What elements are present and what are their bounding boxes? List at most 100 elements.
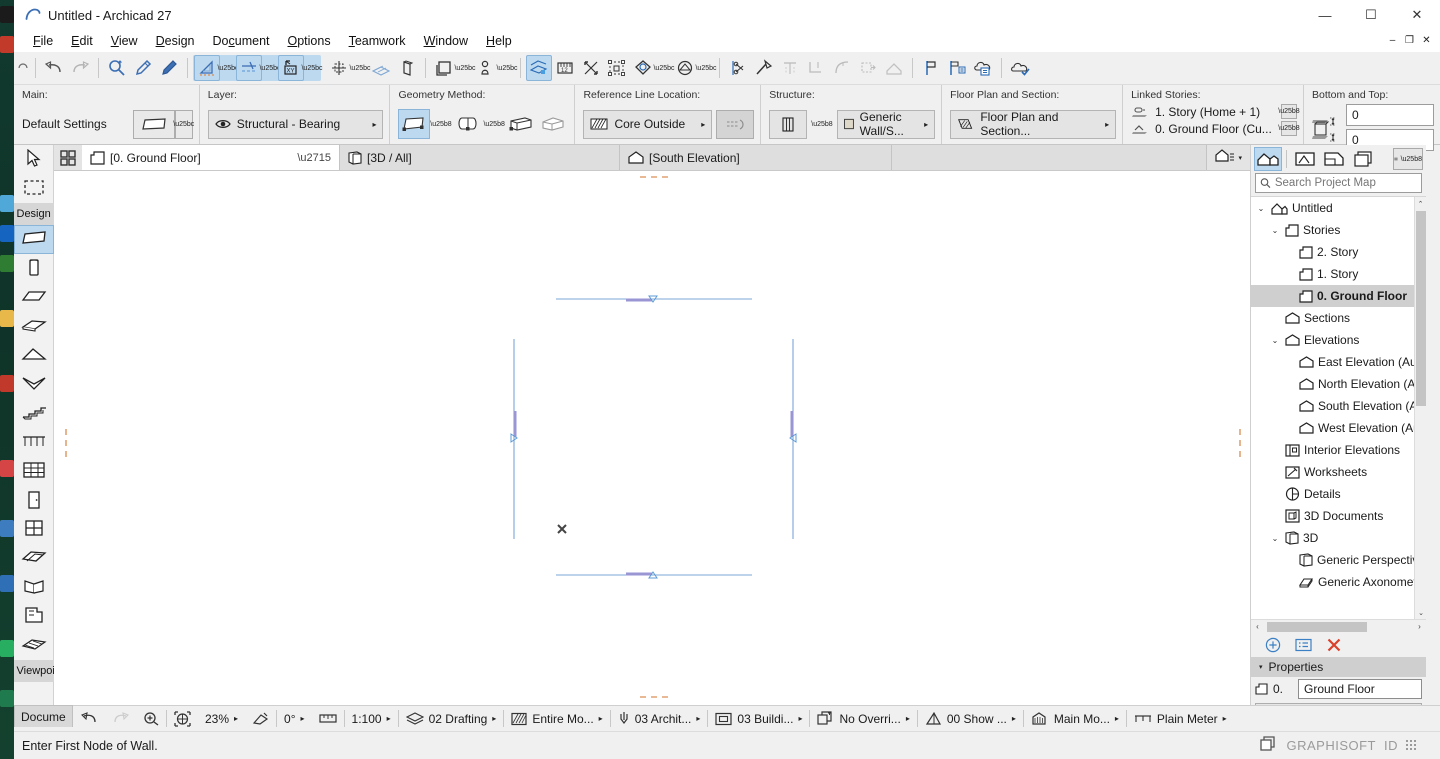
- properties-header[interactable]: ▾ Properties: [1251, 657, 1426, 677]
- orientation-button[interactable]: [245, 706, 276, 732]
- tree-scroll-up-button[interactable]: ⌃: [1415, 197, 1426, 210]
- cloud-check-button[interactable]: [1007, 55, 1033, 81]
- structure-selector-button[interactable]: Generic Wall/S... ▸: [837, 110, 935, 139]
- guide-dropdown-button[interactable]: \u25bc: [262, 55, 278, 81]
- wall-tool-dropdown-button[interactable]: \u25bc: [175, 110, 193, 139]
- tree-item-0-ground-floor[interactable]: 0. Ground Floor: [1251, 285, 1414, 307]
- tree-item-stories[interactable]: ⌄Stories: [1251, 219, 1414, 241]
- railing-tool[interactable]: [14, 428, 54, 457]
- model-view-options-caret-icon[interactable]: ▸: [798, 714, 802, 723]
- object-tool[interactable]: [14, 573, 54, 602]
- orientation-angle-caret-icon[interactable]: ▸: [301, 714, 305, 723]
- eyedropper-button[interactable]: [130, 55, 156, 81]
- person-scale-button[interactable]: [473, 55, 499, 81]
- top-offset-input[interactable]: 0: [1346, 104, 1434, 126]
- minimize-button[interactable]: —: [1302, 0, 1348, 30]
- menu-teamwork[interactable]: Teamwork: [340, 32, 415, 50]
- marquee-resize-button[interactable]: [578, 55, 604, 81]
- shell-tool[interactable]: [14, 370, 54, 399]
- tree-twisty-icon[interactable]: ⌄: [1255, 204, 1267, 213]
- resize-grip-icon[interactable]: [1406, 740, 1416, 750]
- mdi-minimize-button[interactable]: –: [1385, 33, 1400, 48]
- tool-group-header-design[interactable]: Design: [14, 203, 54, 225]
- tree-item-south-elevation-au[interactable]: South Elevation (Au: [1251, 395, 1414, 417]
- menu-window[interactable]: Window: [415, 32, 477, 50]
- tab-ground-floor-close-icon[interactable]: \u2715: [297, 152, 331, 164]
- circle-dropdown-button[interactable]: \u25bc: [698, 55, 714, 81]
- pen-set-caret-icon[interactable]: ▸: [696, 714, 700, 723]
- search-project-map-field[interactable]: [1255, 173, 1422, 193]
- door-tool[interactable]: [14, 486, 54, 515]
- menu-document[interactable]: Document: [204, 32, 279, 50]
- cloud-list-button[interactable]: [970, 55, 996, 81]
- menu-options[interactable]: Options: [279, 32, 340, 50]
- add-viewpoint-button[interactable]: [1265, 637, 1281, 653]
- linked-story-top-arrow-button[interactable]: \u25b8: [1281, 104, 1297, 119]
- tree-twisty-icon[interactable]: ⌄: [1269, 226, 1281, 235]
- flag-button[interactable]: [918, 55, 944, 81]
- slab-tool[interactable]: [14, 312, 54, 341]
- tab-south-elevation[interactable]: [South Elevation]: [620, 145, 892, 170]
- graphic-override-caret-icon[interactable]: ▸: [906, 714, 910, 723]
- search-input[interactable]: [1275, 177, 1417, 189]
- marquee-tool[interactable]: [14, 174, 54, 203]
- settings-list-button[interactable]: [1295, 638, 1312, 652]
- coordinate-xy-button[interactable]: XY: [278, 55, 304, 81]
- scissors-button[interactable]: [725, 55, 751, 81]
- graphic-override[interactable]: No Overri...▸: [810, 706, 916, 732]
- close-button[interactable]: ✕: [1394, 0, 1440, 30]
- align-curve-button[interactable]: [829, 55, 855, 81]
- geometry-straight-arrow-icon[interactable]: \u25b8: [430, 121, 451, 128]
- zoom-out-history-button[interactable]: [74, 706, 105, 732]
- dimension-style[interactable]: Plain Meter▸: [1127, 706, 1234, 732]
- tree-scroll-down-button[interactable]: ⌄: [1415, 606, 1426, 619]
- home-roof-button[interactable]: [881, 55, 907, 81]
- structure-type-button[interactable]: [769, 110, 807, 139]
- tree-item-worksheets[interactable]: Worksheets: [1251, 461, 1414, 483]
- teamwork-icon[interactable]: [1260, 736, 1278, 755]
- navigator-menu-button[interactable]: \u25b8: [1393, 148, 1423, 170]
- curtain-wall-tool[interactable]: [14, 457, 54, 486]
- grid-snap-button[interactable]: [326, 55, 352, 81]
- stair-tool[interactable]: [14, 399, 54, 428]
- layer-combination-caret-icon[interactable]: ▸: [492, 714, 496, 723]
- scale-value-caret-icon[interactable]: ▸: [387, 714, 391, 723]
- flip-reference-line-button[interactable]: [716, 110, 754, 139]
- zoom-in-button[interactable]: [136, 706, 166, 732]
- properties-twisty-icon[interactable]: ▾: [1259, 663, 1263, 671]
- document-tab-label[interactable]: Docume: [14, 705, 73, 727]
- scale-icon-button[interactable]: [312, 706, 344, 732]
- tree-horizontal-scrollbar[interactable]: ‹ ›: [1251, 619, 1426, 633]
- mdi-close-button[interactable]: ✕: [1419, 33, 1434, 48]
- tree-item-3d[interactable]: ⌄3D: [1251, 527, 1414, 549]
- tree-item-generic-perspective[interactable]: Generic Perspective: [1251, 549, 1414, 571]
- geometry-curved-arrow-icon[interactable]: \u25b8: [483, 121, 504, 128]
- publisher-tab[interactable]: [1349, 147, 1377, 171]
- tree-item-elevations[interactable]: ⌄Elevations: [1251, 329, 1414, 351]
- zoom-level-caret-icon[interactable]: ▸: [234, 714, 238, 723]
- partial-structure-caret-icon[interactable]: ▸: [599, 714, 603, 723]
- tree-hscroll-thumb[interactable]: [1267, 622, 1367, 632]
- layers-dropdown-button[interactable]: \u25bc: [457, 55, 473, 81]
- tree-item-3d-documents[interactable]: 3D Documents: [1251, 505, 1414, 527]
- circle-tool-button[interactable]: [672, 55, 698, 81]
- zoom-tool-button[interactable]: [104, 55, 130, 81]
- story-name-input[interactable]: Ground Floor: [1298, 679, 1422, 699]
- tree-item-generic-axonometr[interactable]: Generic Axonometr: [1251, 571, 1414, 593]
- tree-item-interior-elevations[interactable]: Interior Elevations: [1251, 439, 1414, 461]
- chevron-down-icon[interactable]: ▾: [1238, 154, 1242, 162]
- project-map-tab[interactable]: [1254, 147, 1282, 171]
- zoom-level[interactable]: 23%▸: [198, 706, 245, 732]
- wall-tool-settings-button[interactable]: [133, 110, 175, 139]
- roof-tool[interactable]: [14, 341, 54, 370]
- tree-item-2-story[interactable]: 2. Story: [1251, 241, 1414, 263]
- tree-item-north-elevation-au[interactable]: North Elevation (Au: [1251, 373, 1414, 395]
- rendering-dropdown-button[interactable]: \u25bc: [656, 55, 672, 81]
- tab-ground-floor[interactable]: [0. Ground Floor] \u2715: [82, 145, 340, 170]
- snap-dropdown-button[interactable]: \u25bc: [220, 55, 236, 81]
- tree-scroll-left-button[interactable]: ‹: [1251, 622, 1264, 631]
- align-top-button[interactable]: [777, 55, 803, 81]
- pen-set[interactable]: 03 Archit...▸: [611, 706, 708, 732]
- rendering-button[interactable]: [630, 55, 656, 81]
- flag-list-button[interactable]: [944, 55, 970, 81]
